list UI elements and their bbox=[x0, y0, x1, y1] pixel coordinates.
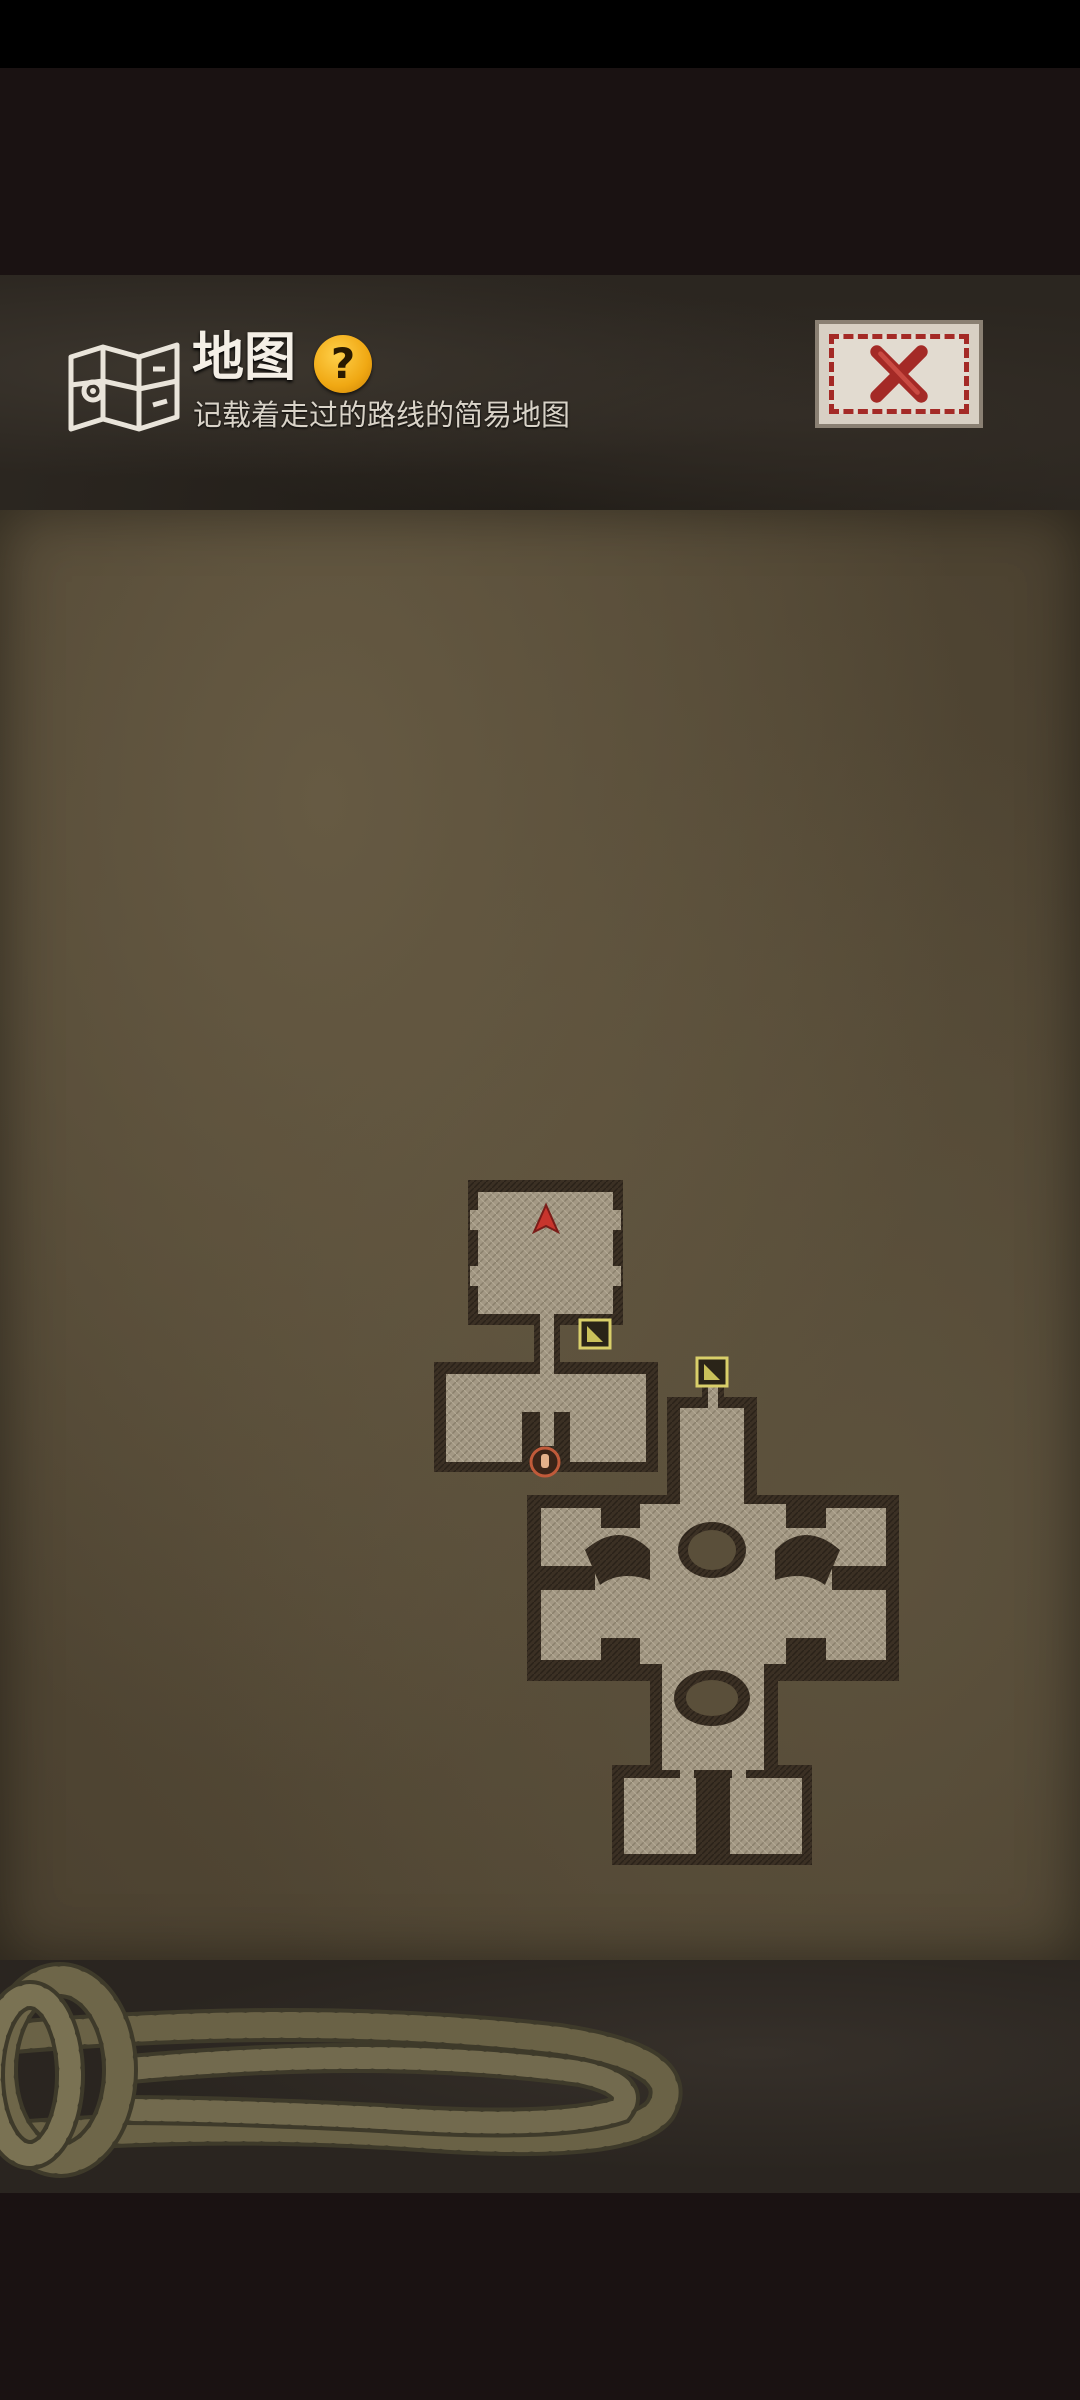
close-button[interactable] bbox=[815, 320, 983, 428]
coiled-rope-decoration bbox=[0, 1962, 683, 2178]
dungeon-map bbox=[434, 1180, 899, 1865]
map-parchment[interactable] bbox=[0, 510, 1080, 1960]
close-x-icon bbox=[870, 345, 928, 403]
folded-map-icon bbox=[68, 342, 180, 432]
help-icon[interactable]: ? bbox=[314, 335, 372, 393]
game-screen: 地图 ? 记载着走过的路线的简易地图 bbox=[0, 0, 1080, 2400]
page-subtitle: 记载着走过的路线的简易地图 bbox=[193, 398, 571, 432]
map-header-panel: 地图 ? 记载着走过的路线的简易地图 bbox=[0, 275, 1080, 514]
page-title: 地图 bbox=[192, 328, 297, 388]
footer-panel bbox=[0, 1960, 1080, 2193]
status-bar bbox=[0, 0, 1080, 68]
stairs-icon[interactable] bbox=[578, 1318, 612, 1350]
stairs-icon[interactable] bbox=[695, 1356, 729, 1388]
door-marker-icon[interactable] bbox=[529, 1446, 561, 1478]
